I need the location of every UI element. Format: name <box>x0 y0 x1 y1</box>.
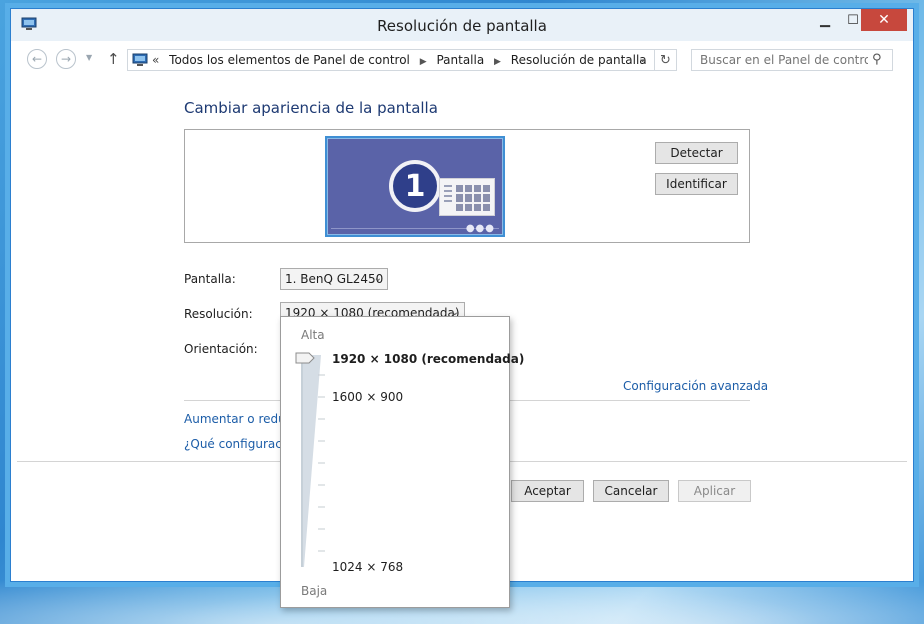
chevron-right-icon[interactable]: ▶ <box>420 57 427 67</box>
chevron-down-icon: ⌄ <box>638 52 648 65</box>
breadcrumb-item-resolution[interactable]: Resolución de pantalla <box>511 53 647 67</box>
refresh-icon: ↻ <box>660 52 671 68</box>
chevron-down-icon: ⌄ <box>373 273 382 284</box>
resolution-option-1600[interactable]: 1600 × 900 <box>332 390 403 404</box>
window-title: Resolución de pantalla <box>377 17 547 35</box>
resolution-option-1024[interactable]: 1024 × 768 <box>332 560 403 574</box>
close-button[interactable]: ✕ <box>861 9 907 31</box>
slider-thumb[interactable] <box>295 352 315 364</box>
close-icon: ✕ <box>878 12 890 28</box>
forward-button[interactable]: → <box>56 49 76 69</box>
refresh-button[interactable]: ↻ <box>654 50 676 70</box>
start-screen-icon <box>439 178 495 216</box>
resolution-slider-track[interactable] <box>301 355 325 567</box>
cancel-button[interactable]: Cancelar <box>593 480 669 502</box>
which-settings-link[interactable]: ¿Qué configuració <box>184 437 293 451</box>
arrow-right-icon: → <box>60 52 72 66</box>
monitor-1-thumbnail[interactable]: 1 ●●● <box>325 136 505 237</box>
chevron-right-icon[interactable]: ▶ <box>494 57 501 67</box>
recent-pages-dropdown[interactable]: ▼ <box>86 53 92 62</box>
breadcrumb-item-control-panel[interactable]: Todos los elementos de Panel de control <box>169 53 410 67</box>
address-history-dropdown[interactable]: ⌄ <box>638 52 647 65</box>
display-select-value: 1. BenQ GL2450 <box>285 272 384 286</box>
up-button[interactable]: ↑ <box>107 50 120 68</box>
breadcrumb: « Todos los elementos de Panel de contro… <box>152 53 647 67</box>
back-button[interactable]: ← <box>27 49 47 69</box>
display-select[interactable]: 1. BenQ GL2450 ⌄ <box>280 268 388 290</box>
breadcrumb-item-display[interactable]: Pantalla <box>436 53 484 67</box>
resolution-option-1920[interactable]: 1920 × 1080 (recomendada) <box>332 352 524 366</box>
slider-low-label: Baja <box>301 584 328 598</box>
slider-high-label: Alta <box>301 328 325 342</box>
chevron-down-icon: ▼ <box>86 53 93 62</box>
resolution-label: Resolución: <box>184 307 253 321</box>
control-panel-icon <box>132 53 148 66</box>
monitor-preview-panel: 1 ●●● Detectar Identificar <box>184 129 750 243</box>
resize-text-link[interactable]: Aumentar o reduc <box>184 412 292 426</box>
detect-button[interactable]: Detectar <box>655 142 738 164</box>
double-chevron-icon[interactable]: « <box>152 53 159 67</box>
monitor-number-badge: 1 <box>389 160 441 212</box>
advanced-settings-link[interactable]: Configuración avanzada <box>623 379 768 393</box>
dots-icon: ●●● <box>465 223 495 234</box>
orientation-label: Orientación: <box>184 342 258 356</box>
apply-button: Aplicar <box>678 480 751 502</box>
title-bar: Resolución de pantalla ▁ ☐ ✕ <box>11 9 913 41</box>
identify-button[interactable]: Identificar <box>655 173 738 195</box>
search-box[interactable]: ⚲ <box>691 49 893 71</box>
minimize-button[interactable]: ▁ <box>811 9 839 31</box>
address-bar[interactable]: « Todos los elementos de Panel de contro… <box>127 49 677 71</box>
slider-track-graphic <box>301 355 325 567</box>
resolution-dropdown-popup: Alta 1920 × 1080 (recomendada) 1600 × 90… <box>280 316 524 608</box>
accept-button[interactable]: Aceptar <box>511 480 584 502</box>
display-label: Pantalla: <box>184 272 236 286</box>
search-input[interactable] <box>692 50 868 70</box>
search-icon[interactable]: ⚲ <box>872 52 882 67</box>
arrow-left-icon: ← <box>31 52 43 66</box>
arrow-up-icon: ↑ <box>107 50 120 68</box>
page-title: Cambiar apariencia de la pantalla <box>184 99 438 117</box>
navigation-bar: ← → ▼ ↑ « Todos los elementos de Panel d… <box>11 43 913 77</box>
